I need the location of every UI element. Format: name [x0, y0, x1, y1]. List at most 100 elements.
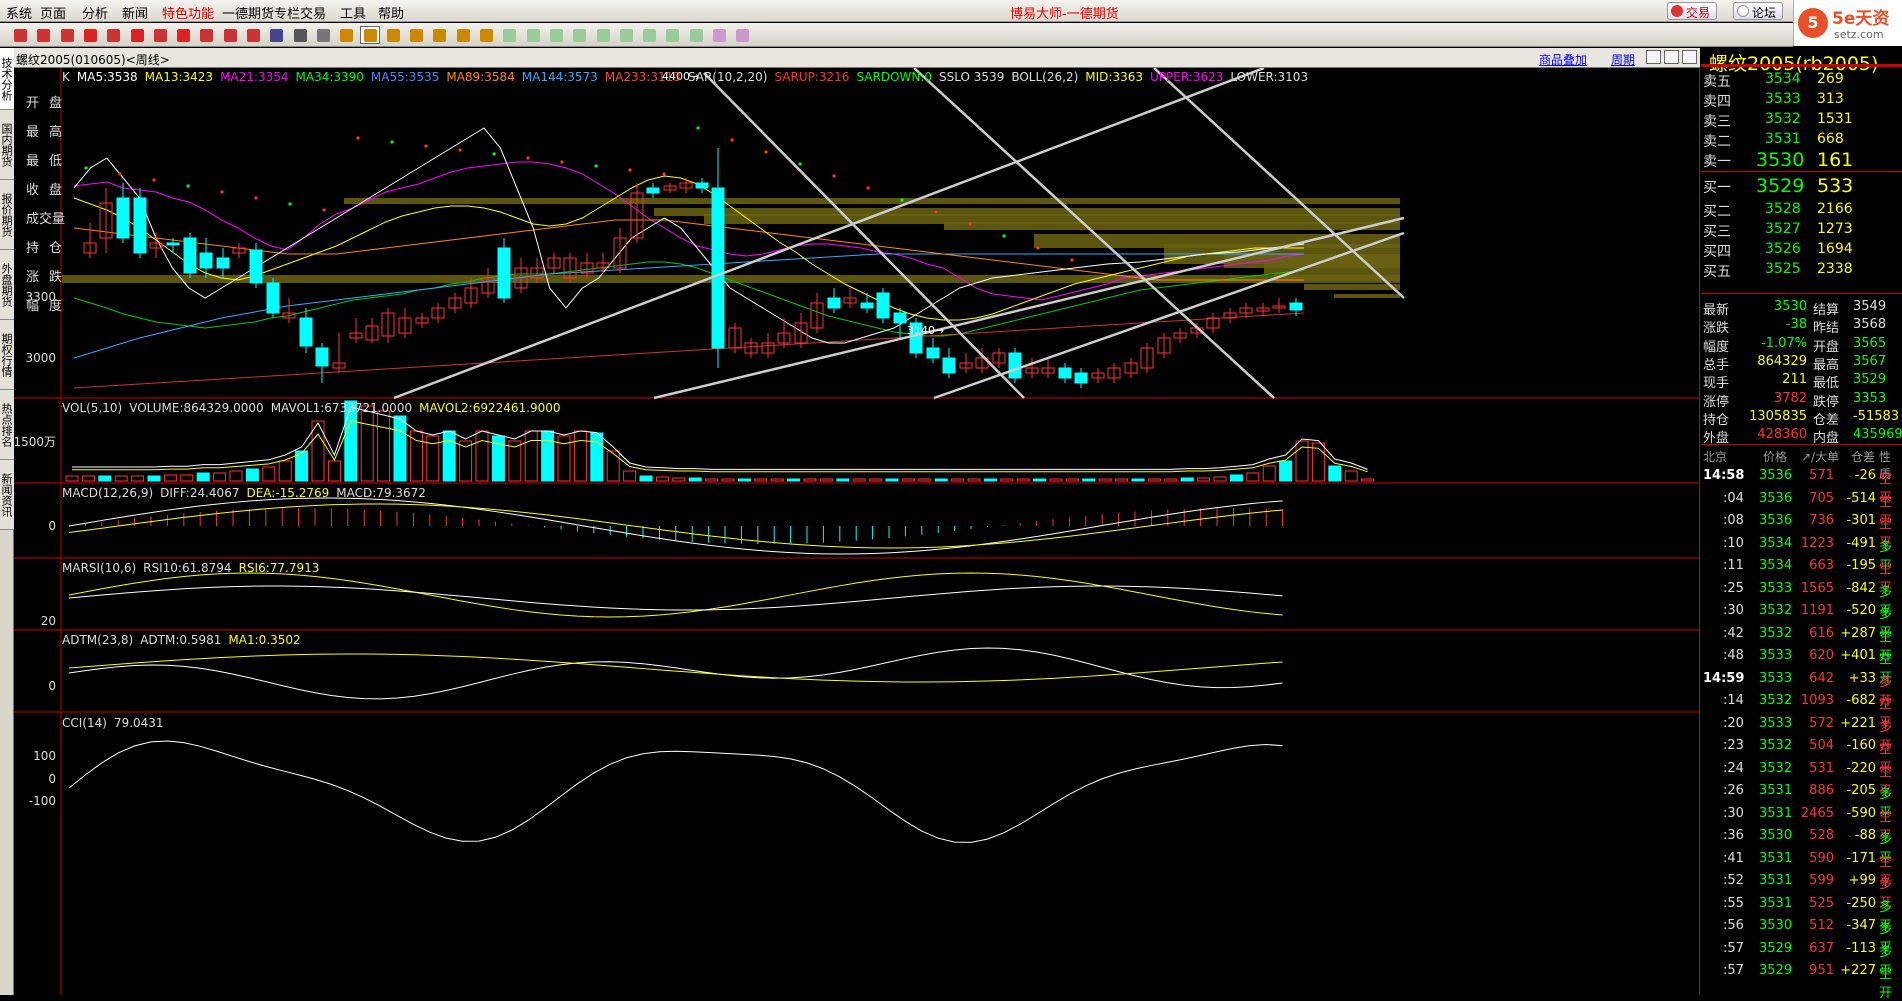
tab-options[interactable]: 期权行情 [0, 320, 14, 390]
tick-row[interactable]: :26 3531 886 -205 多平 [1701, 780, 1902, 821]
layout-button-3[interactable] [1682, 50, 1697, 64]
layout-button-1[interactable] [1646, 50, 1661, 64]
toolbar-trend-button[interactable] [150, 26, 170, 44]
tick-row[interactable]: :23 3532 504 -160 空平 [1701, 735, 1902, 776]
tick-row[interactable]: :24 3532 531 -220 空平 [1701, 758, 1902, 799]
toolbar-back-button[interactable] [33, 26, 53, 44]
toolbar-fav1-button[interactable] [686, 26, 706, 44]
toolbar-kline-button[interactable] [336, 26, 356, 44]
bid-row[interactable]: 买一 3529 533 [1701, 175, 1902, 197]
toolbar-draw-button[interactable] [220, 26, 240, 44]
toolbar-min30-button[interactable] [593, 26, 613, 44]
toolbar-day-button[interactable] [359, 26, 380, 44]
toolbar-chart-button[interactable] [127, 26, 147, 44]
toolbar-week-button[interactable] [383, 26, 403, 44]
tick-row[interactable]: 14:59 3533 642 +33 多开 [1701, 668, 1902, 709]
tick-oi-change: -113 [1846, 940, 1876, 956]
toolbar-min120-button[interactable] [639, 26, 659, 44]
tick-row[interactable]: :10 3534 1223 -491 多平 [1701, 533, 1902, 574]
tick-row[interactable]: :20 3533 572 +221 多开 [1701, 713, 1902, 754]
toolbar-year-button[interactable] [453, 26, 473, 44]
tick-row[interactable]: :57 3529 951 +227 空开 [1701, 960, 1902, 1001]
toolbar-min3-button[interactable] [523, 26, 543, 44]
tick-row[interactable]: :55 3531 525 -250 多平 [1701, 893, 1902, 934]
toolbar-min5-button[interactable] [546, 26, 566, 44]
tick-row[interactable]: :52 3531 599 +99 多开 [1701, 870, 1902, 911]
volume-bar [836, 478, 850, 482]
tick-row[interactable]: :25 3533 1565 -842 多平 [1701, 578, 1902, 619]
tab-technical-analysis[interactable]: 技术分析 [0, 48, 14, 110]
ask-row[interactable]: 卖二 3531 668 [1701, 129, 1902, 150]
menu-tools[interactable]: 工具 [340, 3, 366, 22]
ask-row[interactable]: 卖五 3534 269 [1701, 69, 1902, 90]
tick-row[interactable]: :41 3531 590 -171 空平 [1701, 848, 1902, 889]
bid-row[interactable]: 买四 3526 1694 [1701, 239, 1902, 260]
toolbar-settings-button[interactable] [103, 26, 123, 44]
tick-row[interactable]: :11 3534 663 -195 空平 [1701, 555, 1902, 596]
menu-column[interactable]: 一德期货专栏 [222, 3, 300, 22]
tick-row[interactable]: :42 3532 616 +287 空开 [1701, 623, 1902, 664]
tab-hot-ranking[interactable]: 热点排名 [0, 390, 14, 460]
tick-row[interactable]: :14 3532 1093 -682 空平 [1701, 690, 1902, 731]
toolbar-list-button[interactable] [290, 26, 310, 44]
menu-news[interactable]: 新闻 [122, 3, 148, 22]
label-low: 最低 [26, 154, 73, 169]
toolbar-min1-button[interactable] [499, 26, 519, 44]
toolbar-filter-button[interactable] [196, 26, 216, 44]
toolbar-forward-button[interactable] [57, 26, 77, 44]
toolbar-pen-button[interactable] [243, 26, 263, 44]
menu-analysis[interactable]: 分析 [82, 3, 108, 22]
tick-row[interactable]: :57 3529 637 -113 多平 [1701, 938, 1902, 979]
toolbar-grid-button[interactable] [266, 26, 286, 44]
menu-trade[interactable]: 交易 [300, 3, 326, 22]
macd-indicator-legend: MACD(12,26,9) DIFF:24.4067 DEA:-15.2769 MAC… [62, 486, 433, 502]
toolbar-note-button[interactable] [732, 26, 752, 44]
tick-volume: 1565 [1800, 580, 1834, 596]
menu-system[interactable]: 系统 [6, 3, 32, 22]
overlay-commodity-link[interactable]: 商品叠加 [1539, 51, 1587, 68]
toolbar-mail-button[interactable] [173, 26, 193, 44]
toolbar-month-button[interactable] [406, 26, 426, 44]
tick-row[interactable]: 14:58 3536 571 -26 空平 [1701, 465, 1902, 506]
toolbar-home-button[interactable] [10, 26, 30, 44]
toolbar-min15-button[interactable] [569, 26, 589, 44]
tab-news-info[interactable]: 新闻资讯 [0, 460, 14, 530]
toolbar-quarter-button[interactable] [429, 26, 449, 44]
toolbar-cross-button[interactable] [476, 26, 496, 44]
menu-page[interactable]: 页面 [40, 3, 66, 22]
forum-button[interactable]: 论坛 [1733, 2, 1784, 20]
chart-area[interactable]: 3300 3000 1500万 0 20 0 100 0 -100 4400→ 3140→ K MA5… [14, 68, 1700, 995]
tick-row[interactable]: :04 3536 705 -514 空平 [1701, 488, 1902, 529]
ask-row[interactable]: 卖三 3532 1531 [1701, 109, 1902, 130]
bid-row[interactable]: 买二 3528 2166 [1701, 199, 1902, 220]
tab-foreign-futures[interactable]: 外盘期货 [0, 250, 14, 320]
bid-row[interactable]: 买三 3527 1273 [1701, 219, 1902, 240]
toolbar-fav2-button[interactable] [709, 26, 729, 44]
candle-body [926, 347, 940, 359]
min5-icon [549, 29, 563, 42]
tab-domestic-futures[interactable]: 国内期货 [0, 110, 14, 180]
ask-row[interactable]: 卖四 3533 313 [1701, 89, 1902, 110]
logo-subtext: setz.com [1834, 28, 1884, 41]
toolbar-find-button[interactable] [80, 26, 100, 44]
menu-special[interactable]: 特色功能 [162, 3, 214, 22]
kline-chart-svg[interactable]: 330030001500万02001000-1004400→3140→ [14, 68, 1700, 995]
tick-row[interactable]: :36 3530 528 -88 多平 [1701, 825, 1902, 866]
ask-row[interactable]: 卖一 3530 161 [1701, 149, 1902, 171]
bid-row[interactable]: 买五 3525 2338 [1701, 259, 1902, 280]
menu-help[interactable]: 帮助 [378, 3, 404, 22]
toolbar-dash-button[interactable] [313, 26, 333, 44]
cycle-link[interactable]: 周期 [1611, 51, 1635, 68]
tick-row[interactable]: :08 3536 736 -301 空平 [1701, 510, 1902, 551]
tick-row[interactable]: :30 3531 2465 -590 空平 [1701, 803, 1902, 844]
tab-quote-futures[interactable]: 报价期货 [0, 180, 14, 250]
tick-time: 14:58 [1703, 468, 1745, 483]
trade-button[interactable]: 交易 [1667, 2, 1718, 20]
tick-row[interactable]: :48 3533 620 +401 空开 [1701, 645, 1902, 686]
toolbar-min240-button[interactable] [662, 26, 682, 44]
layout-button-2[interactable] [1664, 50, 1679, 64]
toolbar-min60-button[interactable] [616, 26, 636, 44]
tick-row[interactable]: :56 3530 512 -347 多平 [1701, 915, 1902, 956]
tick-row[interactable]: :30 3532 1191 -520 多平 [1701, 600, 1902, 641]
min3-icon [526, 29, 540, 42]
